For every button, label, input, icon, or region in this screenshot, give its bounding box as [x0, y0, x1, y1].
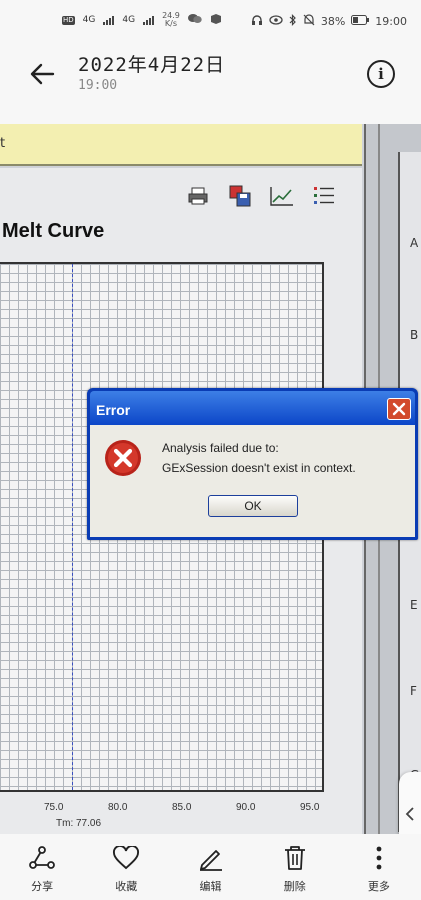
photo-time: 19:00 [78, 78, 118, 93]
favorite-label: 收藏 [115, 880, 138, 893]
x-tick: 85.0 [172, 802, 192, 813]
edit-label: 编辑 [199, 880, 222, 893]
dialog-titlebar[interactable]: Error [90, 391, 415, 425]
x-tick: 75.0 [44, 802, 64, 813]
chevron-left-icon [405, 807, 414, 821]
x-tick: 95.0 [300, 802, 320, 813]
battery-icon [351, 15, 370, 28]
dialog-close-button[interactable] [387, 398, 411, 420]
bottom-action-bar: 分享 收藏 编辑 删除 更多 [0, 834, 421, 900]
more-button[interactable]: 更多 [337, 834, 421, 900]
dialog-title: Error [96, 402, 131, 418]
tm-marker-line [72, 264, 73, 790]
net-speed: 24.9 K/s [162, 12, 180, 28]
legend-list-icon[interactable] [312, 184, 336, 208]
share-icon [27, 844, 57, 872]
yellow-banner: t [0, 124, 362, 166]
yellow-banner-text: t [0, 136, 6, 151]
error-message-line1: Analysis failed due to: [162, 441, 279, 455]
battery-label: 38% [320, 15, 346, 28]
line-chart-icon[interactable] [270, 184, 294, 208]
viewer-header: 2022年4月22日 19:00 i [0, 44, 421, 124]
dialog-body: Analysis failed due to: GExSession doesn… [90, 425, 415, 537]
row-label-f: F [410, 684, 417, 698]
photo-date: 2022年4月22日 [78, 54, 226, 76]
back-button[interactable] [24, 56, 60, 92]
error-dialog: Error Analysis failed due to: GExSession… [87, 388, 418, 540]
status-clock: 19:00 [375, 15, 407, 28]
favorite-button[interactable]: 收藏 [84, 834, 168, 900]
status-right: 38% 19:00 [251, 14, 407, 29]
x-axis-ticks: 75.0 80.0 85.0 90.0 95.0 [0, 802, 362, 818]
row-label-b: B [410, 328, 419, 342]
print-icon[interactable] [186, 184, 210, 208]
status-bar: HD 4G 4G 24.9 K/s 38% 19:00 [0, 0, 421, 44]
app-icon [210, 13, 222, 28]
mute-icon [303, 14, 315, 29]
status-left: HD 4G 4G 24.9 K/s [62, 12, 222, 28]
delete-button[interactable]: 删除 [253, 834, 337, 900]
signal-2-label: 4G [122, 15, 136, 25]
save-image-icon[interactable] [228, 184, 252, 208]
wechat-icon [187, 13, 202, 27]
info-icon: i [378, 65, 384, 83]
tm-value-label: Tm: 77.06 [56, 818, 102, 829]
back-arrow-icon [30, 63, 55, 85]
share-label: 分享 [31, 880, 54, 893]
row-label-e: E [410, 598, 418, 612]
more-label: 更多 [367, 880, 390, 893]
x-tick: 80.0 [108, 802, 128, 813]
share-button[interactable]: 分享 [0, 834, 84, 900]
error-message-line2: GExSession doesn't exist in context. [162, 461, 356, 475]
row-label-a: A [410, 236, 419, 250]
chart-toolbar [186, 184, 336, 208]
eye-icon [269, 15, 283, 28]
close-icon [392, 402, 406, 416]
error-icon [105, 440, 141, 476]
delete-label: 删除 [283, 880, 306, 893]
heart-icon [111, 844, 141, 872]
headphone-icon [251, 14, 263, 29]
bluetooth-icon [289, 14, 297, 29]
signal-bars-icon [103, 15, 115, 25]
ok-button[interactable]: OK [208, 495, 298, 517]
pencil-icon [196, 844, 226, 872]
info-button[interactable]: i [367, 60, 395, 88]
signal-1-label: 4G [82, 15, 96, 25]
hd-icon: HD [62, 15, 75, 25]
chart-title: Melt Curve [2, 220, 105, 242]
net-speed-unit: K/s [164, 19, 178, 28]
signal-bars-icon-2 [143, 15, 155, 25]
edit-button[interactable]: 编辑 [168, 834, 252, 900]
x-tick: 90.0 [236, 802, 256, 813]
trash-icon [280, 844, 310, 872]
more-icon [364, 844, 394, 872]
